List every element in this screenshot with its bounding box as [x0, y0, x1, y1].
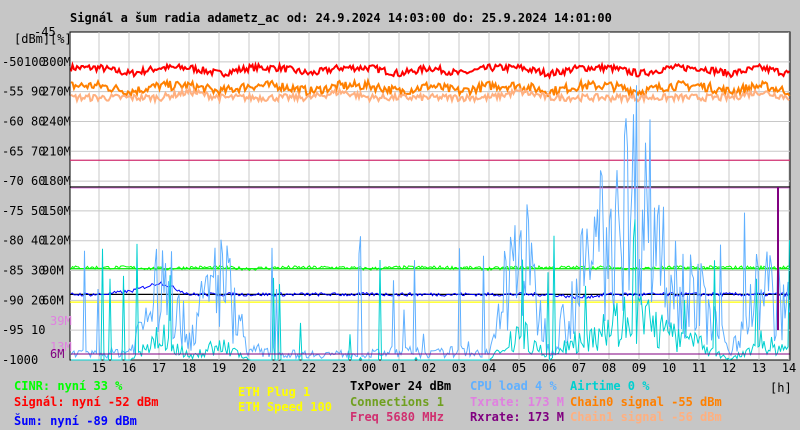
x-tick-label: 21 [272, 361, 286, 375]
y-tick-dbm: -95 [2, 323, 24, 337]
x-tick-label: 19 [212, 361, 226, 375]
y-tick-rate: 180M [42, 174, 71, 188]
x-tick-label: 10 [662, 361, 676, 375]
y-tick-rate: 210M [42, 144, 71, 158]
legend-chain0: Chain0 signal -55 dBm [570, 395, 722, 409]
x-tick-label: 15 [92, 361, 106, 375]
y-tick-dbm: -75 [2, 204, 24, 218]
legend-txpower: TxPower 24 dBm [350, 379, 452, 393]
x-tick-label: 11 [692, 361, 706, 375]
legend-eth-speed: ETH Speed 100 [238, 400, 332, 414]
x-tick-label: 09 [632, 361, 646, 375]
y-tick-dbm: -60 [2, 114, 24, 128]
x-tick-label: 17 [152, 361, 166, 375]
y-tick-rate-extra: 6M [50, 347, 64, 361]
y-tick-rate-extra: 39M [50, 314, 72, 328]
y-tick-dbm: -55 [2, 85, 24, 99]
y-tick-dbm: -65 [2, 144, 24, 158]
x-tick-label: 14 [782, 361, 796, 375]
legend-noise: Šum: nyní -89 dBm [14, 414, 137, 428]
y-tick-rate: 300M [42, 55, 71, 69]
y-tick-rate: 150M [42, 204, 71, 218]
x-tick-label: 16 [122, 361, 136, 375]
y-tick-dbm: -50 [2, 55, 24, 69]
y-tick-rate: 120M [42, 234, 71, 248]
x-tick-label: 00 [362, 361, 376, 375]
x-tick-label: 03 [452, 361, 466, 375]
chart-svg: 15 16 17 18 19 20 21 22 23 00 01 02 03 04 05 06 07 08 09 10… [2, 25, 796, 375]
y-tick-rate: 270M [42, 85, 71, 99]
y-tick-rate: 60M [42, 293, 64, 307]
y-tick-dbm: -85 [2, 264, 24, 278]
legend-cinr: CINR: nyní 33 % [14, 379, 123, 393]
y-tick-rate: 90M [42, 264, 64, 278]
x-tick-label: 08 [602, 361, 616, 375]
x-tick-label: 12 [722, 361, 736, 375]
legend-freq: Freq 5680 MHz [350, 410, 444, 424]
x-tick-label: 05 [512, 361, 526, 375]
legend-eth-plug: ETH Plug 1 [238, 385, 311, 399]
y-tick-dbm: -100 [2, 353, 31, 367]
chart-title: Signál a šum radia adametz_ac od: 24.9.2… [70, 11, 612, 25]
y-tick-pct: 10 [31, 323, 45, 337]
chart-window: 15 16 17 18 19 20 21 22 23 00 01 02 03 04 05 06 07 08 09 10… [0, 0, 800, 430]
x-unit-label: [h] [770, 381, 792, 395]
x-tick-label: 13 [752, 361, 766, 375]
y-tick-dbm: -90 [2, 293, 24, 307]
y-tick-pct: 0 [31, 353, 38, 367]
x-tick-label: 01 [392, 361, 406, 375]
x-tick-label: 04 [482, 361, 496, 375]
y-tick-rate: 240M [42, 114, 71, 128]
legend-signal: Signál: nyní -52 dBm [14, 395, 159, 409]
x-tick-label: 20 [242, 361, 256, 375]
x-tick-label: 23 [332, 361, 346, 375]
y-unit-dbm: [dBm] [14, 32, 51, 46]
y-unit-pct: [%] [50, 32, 72, 46]
legend-cpu: CPU load 4 % [470, 379, 557, 393]
legend-chain1: Chain1 signal -56 dBm [570, 410, 722, 424]
legend-txrate: Txrate: 173 M [470, 395, 564, 409]
x-tick-label: 07 [572, 361, 586, 375]
legend-rxrate: Rxrate: 173 M [470, 410, 564, 424]
x-tick-label: 22 [302, 361, 316, 375]
y-tick-dbm: -70 [2, 174, 24, 188]
y-tick-dbm: -80 [2, 234, 24, 248]
legend-connections: Connections 1 [350, 395, 444, 409]
x-tick-label: 06 [542, 361, 556, 375]
x-tick-label: 18 [182, 361, 196, 375]
legend-airtime: Airtime 0 % [570, 379, 650, 393]
x-tick-label: 02 [422, 361, 436, 375]
